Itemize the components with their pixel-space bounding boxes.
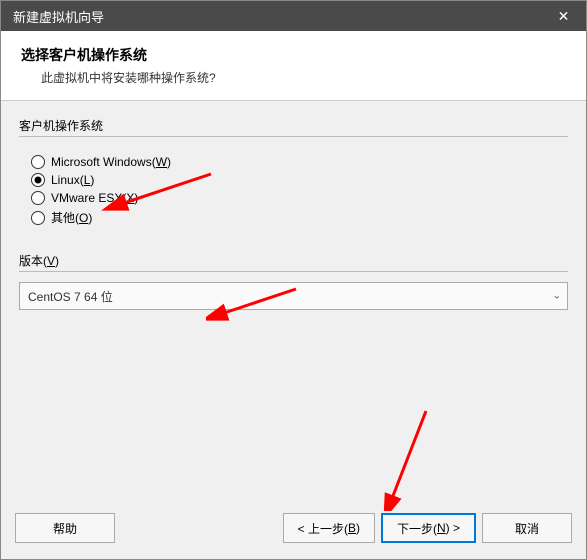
radio-label: Microsoft Windows(W)	[51, 155, 171, 169]
radio-label: Linux(L)	[51, 173, 94, 187]
page-title: 选择客户机操作系统	[21, 45, 566, 65]
radio-icon	[31, 211, 45, 225]
back-button[interactable]: < 上一步(B)	[283, 513, 375, 543]
chevron-down-icon: ⌄	[553, 291, 561, 302]
wizard-footer: 帮助 < 上一步(B) 下一步(N) > 取消	[1, 503, 586, 559]
radio-other[interactable]: 其他(O)	[31, 209, 560, 226]
close-icon: ✕	[558, 8, 570, 25]
os-radio-group: Microsoft Windows(W) Linux(L) VMware ESX…	[19, 136, 568, 248]
os-group-label: 客户机操作系统	[19, 117, 568, 134]
titlebar: 新建虚拟机向导 ✕	[1, 1, 586, 31]
radio-vmware-esx[interactable]: VMware ESX(X)	[31, 191, 560, 205]
radio-icon	[31, 191, 45, 205]
version-selected: CentOS 7 64 位	[28, 288, 113, 305]
radio-linux[interactable]: Linux(L)	[31, 173, 560, 187]
page-description: 此虚拟机中将安装哪种操作系统?	[41, 69, 566, 86]
cancel-button[interactable]: 取消	[482, 513, 572, 543]
radio-label: VMware ESX(X)	[51, 191, 138, 205]
window-title: 新建虚拟机向导	[13, 7, 104, 26]
close-button[interactable]: ✕	[541, 1, 586, 31]
wizard-window: 新建虚拟机向导 ✕ 选择客户机操作系统 此虚拟机中将安装哪种操作系统? 客户机操…	[0, 0, 587, 560]
radio-icon	[31, 173, 45, 187]
wizard-body: 客户机操作系统 Microsoft Windows(W) Linux(L) VM…	[1, 101, 586, 503]
radio-label: 其他(O)	[51, 209, 92, 226]
version-label: 版本(V)	[19, 252, 568, 269]
version-group: 版本(V) CentOS 7 64 位 ⌄	[19, 252, 568, 310]
radio-icon	[31, 155, 45, 169]
wizard-header: 选择客户机操作系统 此虚拟机中将安装哪种操作系统?	[1, 31, 586, 101]
radio-windows[interactable]: Microsoft Windows(W)	[31, 155, 560, 169]
version-dropdown[interactable]: CentOS 7 64 位 ⌄	[19, 282, 568, 310]
next-button[interactable]: 下一步(N) >	[381, 513, 476, 543]
help-button[interactable]: 帮助	[15, 513, 115, 543]
